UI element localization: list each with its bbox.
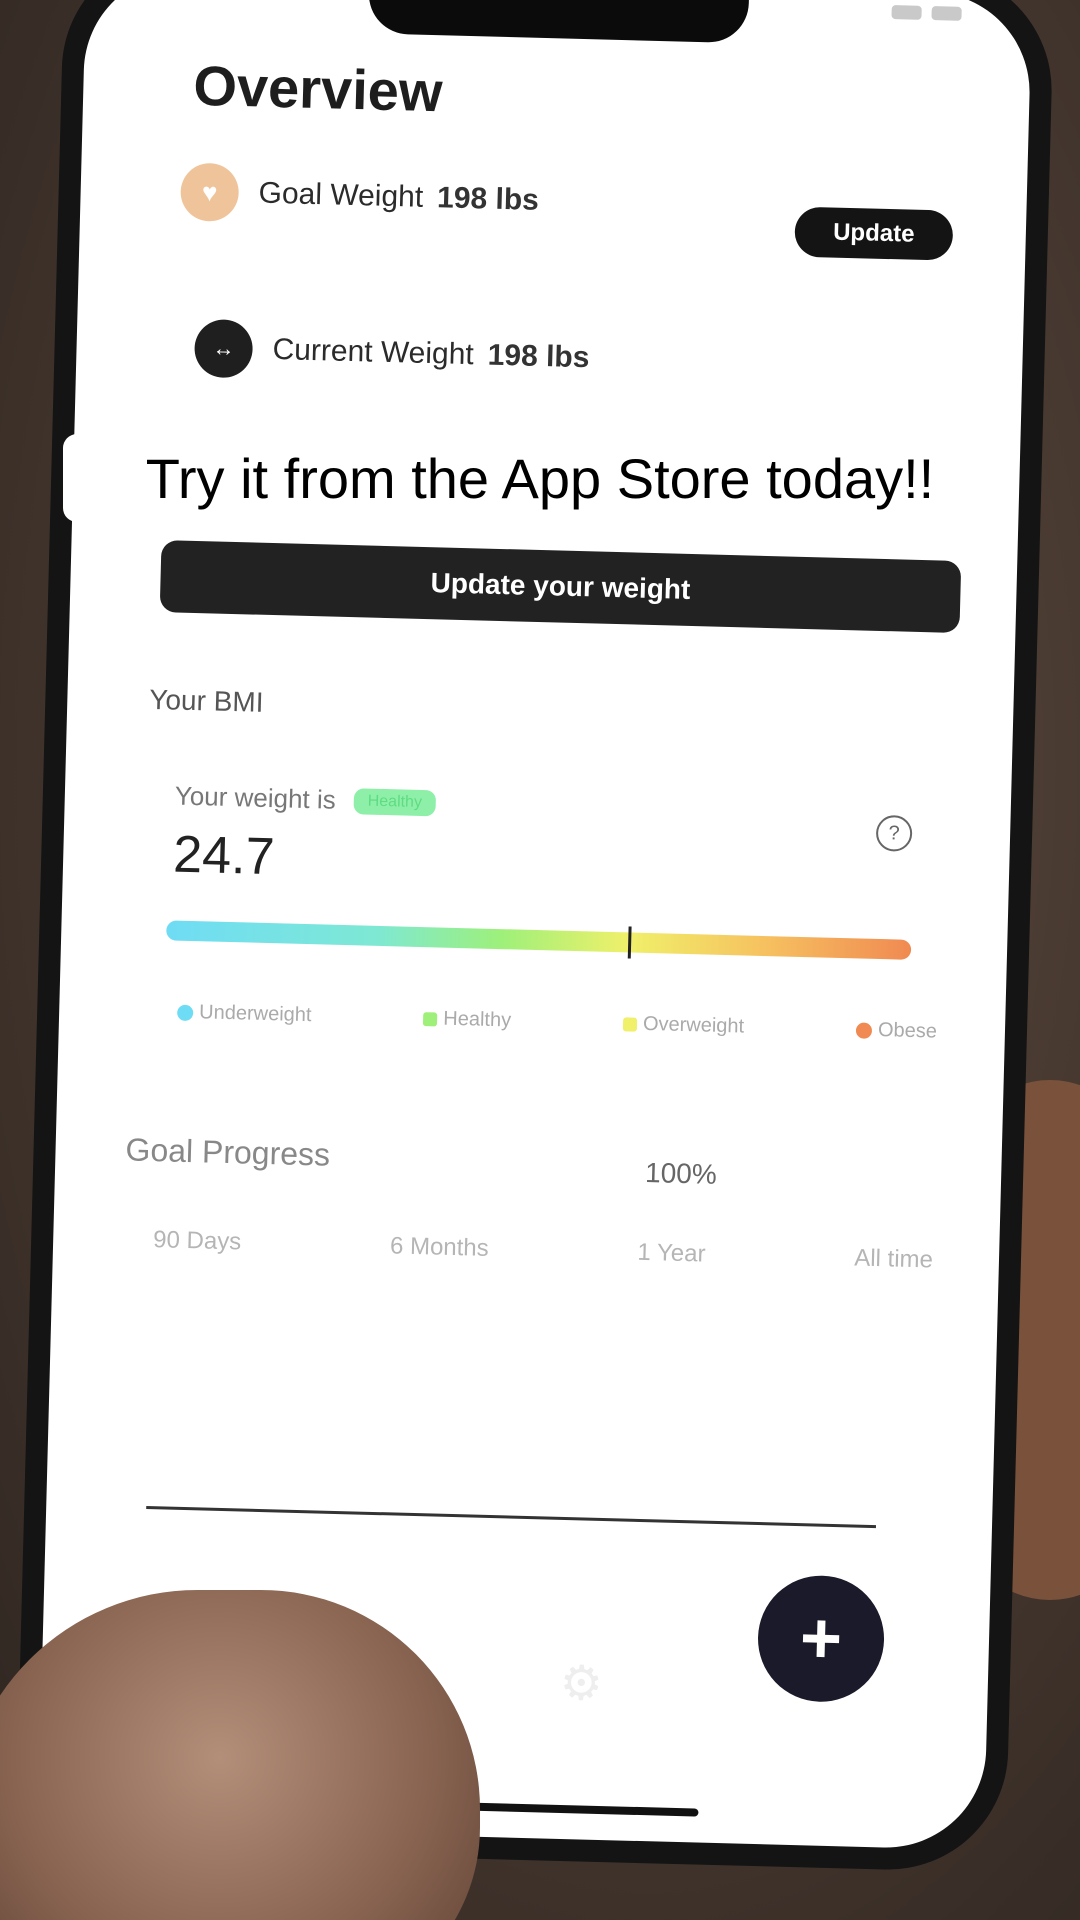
goal-weight-label: Goal Weight [258,176,424,214]
current-weight-value: 198 lbs [487,338,590,375]
bmi-legend: Underweight Healthy Overweight Obese [176,1001,937,1044]
video-caption: Try it from the App Store today!! [63,434,1017,522]
page-title: Overview [192,53,444,124]
help-icon[interactable]: ? [875,814,913,852]
update-weight-button[interactable]: Update your weight [159,540,962,634]
update-goal-button[interactable]: Update [794,206,954,261]
add-button[interactable]: + [756,1574,886,1704]
tab-1-year[interactable]: 1 Year [637,1239,706,1269]
underweight-dot-icon [176,1004,194,1021]
goal-weight-value: 198 lbs [436,181,540,217]
heart-icon: ♥ [179,162,240,222]
obese-dot-icon [855,1021,873,1039]
app-screen: Overview ♥ Goal Weight 198 lbs Update ↔ … [37,0,1033,1851]
current-weight-label: Current Weight [272,332,475,372]
legend-underweight: Underweight [176,1001,312,1028]
legend-obese: Obese [855,1018,937,1043]
goal-progress-label: Goal Progress [125,1131,331,1173]
goal-weight-row: ♥ Goal Weight 198 lbs [179,162,540,229]
status-badge: Healthy [353,787,437,816]
bmi-value: 24.7 [172,825,276,887]
chart-baseline [146,1506,877,1529]
bmi-scale [166,920,912,960]
settings-icon[interactable]: ⚙ [559,1655,603,1712]
legend-overweight: Overweight [622,1012,744,1038]
weight-is-label: Your weight is [174,780,337,815]
range-tabs: 90 Days 6 Months 1 Year All time [153,1226,933,1274]
bmi-section-label: Your BMI [148,683,264,718]
weight-status: Your weight is Healthy [174,780,437,819]
video-frame: Overview ♥ Goal Weight 198 lbs Update ↔ … [0,0,1080,1920]
overweight-square-icon [622,1016,638,1032]
tab-90-days[interactable]: 90 Days [153,1226,242,1256]
status-bar-icons [891,5,962,21]
tab-6-months[interactable]: 6 Months [390,1232,489,1263]
arrows-icon: ↔ [193,318,254,379]
current-weight-row: ↔ Current Weight 198 lbs [193,318,590,387]
legend-healthy: Healthy [423,1007,511,1032]
tab-all-time[interactable]: All time [854,1244,933,1274]
goal-progress-percent: 100% [644,1156,718,1190]
bmi-marker [627,926,632,959]
notch [367,0,750,44]
healthy-square-icon [423,1011,438,1026]
